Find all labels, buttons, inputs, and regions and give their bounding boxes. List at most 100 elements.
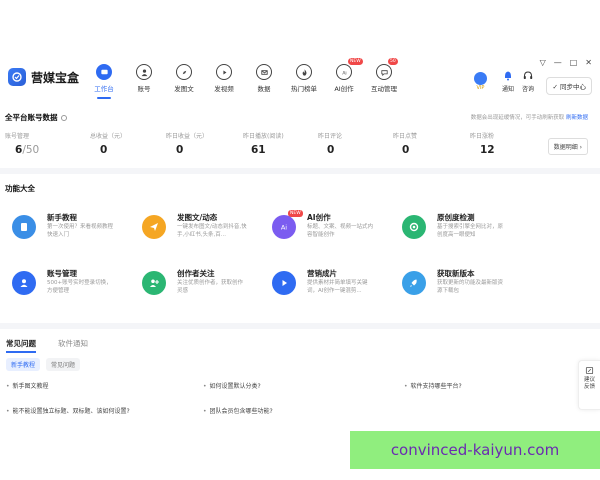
nav-item-workbench[interactable]: 工作台 (84, 64, 124, 99)
chip-beginner[interactable]: 新手教程 (6, 358, 41, 371)
faq-item[interactable]: 能不能设置独立标题、双标题、该如何设置? (6, 406, 130, 415)
stat-yesterday-comments: 昨日评论 0 (318, 131, 392, 156)
nav-item-hot-list[interactable]: 热门榜单 (284, 64, 324, 93)
nav-item-post-video[interactable]: 发视频 (204, 64, 244, 93)
play-icon (216, 64, 232, 80)
stat-label: 昨日点赞 (393, 133, 418, 140)
nav-label: 账号 (137, 85, 151, 93)
consult-button[interactable]: 咨询 (522, 70, 534, 93)
faq-item[interactable]: 团队会员包含哪些功能? (203, 406, 273, 415)
fire-icon (296, 64, 312, 80)
dropdown-icon[interactable]: ▽ (540, 58, 546, 67)
feature-desc: 一键发布图文/动态到抖音,快手,小红书,头条,百... (177, 224, 247, 238)
stat-yesterday-fans: 昨日涨粉 12 (470, 131, 544, 156)
feature-title: 账号管理 (47, 269, 77, 278)
feedback-button[interactable]: 建议反馈 (578, 360, 600, 410)
divider (0, 323, 600, 329)
feature-title: 发图文/动态 (177, 213, 218, 222)
avatar-icon (474, 72, 487, 85)
feature-marketing-video[interactable]: 营销成片 提供素材并简单填写关键词，AI创作一键混剪... (272, 268, 397, 304)
nav-item-account[interactable]: 账号 (124, 64, 164, 93)
faq-chips: 新手教程 常见问题 (6, 358, 81, 371)
vip-avatar[interactable]: VIP (474, 72, 487, 91)
nav-label: 发图文 (174, 85, 194, 93)
monitor-icon (96, 64, 112, 80)
sync-center-button[interactable]: ✓ 同步中心 (546, 77, 592, 95)
watermark-banner: convinced-kaiyun.com (350, 431, 600, 469)
chat-icon (376, 64, 392, 80)
feature-title: 原创度检测 (437, 213, 475, 222)
stats-note: 数据会出现延缓情况，可手动刷新获取 刷新数据 (471, 113, 588, 121)
refresh-data-link[interactable]: 刷新数据 (566, 115, 588, 121)
svg-text:Ai: Ai (342, 70, 346, 76)
follow-icon (142, 271, 166, 295)
faq-item[interactable]: 新手图文教程 (6, 381, 49, 390)
nav-label: 数据 (257, 85, 271, 93)
bell-icon (505, 71, 511, 81)
feature-beginner-tutorial[interactable]: 新手教程 第一次使用？来看视频教程快速入门 (12, 212, 137, 248)
send-icon (142, 215, 166, 239)
feature-get-new-version[interactable]: 获取新版本 获取更新的功能及最新版资源下载包 (402, 268, 527, 304)
play-icon (272, 271, 296, 295)
stat-label: 昨日涨粉 (470, 133, 495, 140)
feature-post-article[interactable]: 发图文/动态 一键发布图文/动态到抖音,快手,小红书,头条,百... (142, 212, 267, 248)
feature-ai-create[interactable]: NEW Ai AI创作 标题、文案、视频一站式内容智能创作 (272, 210, 397, 248)
minimize-icon[interactable]: — (554, 58, 562, 67)
maximize-icon[interactable]: □ (570, 58, 578, 67)
stat-value: 0 (327, 144, 335, 156)
stat-label: 昨日播放(阅读) (243, 133, 284, 140)
feature-title: 创作者关注 (177, 269, 215, 278)
stats-title-text: 全平台账号数据 (5, 113, 58, 122)
faq-item[interactable]: 软件支持哪些平台? (404, 381, 462, 390)
stat-label: 总收益（元） (90, 133, 127, 140)
stat-account[interactable]: 账号管理 6/50 (5, 131, 79, 156)
edit-icon (585, 366, 594, 375)
chip-common[interactable]: 常见问题 (46, 358, 81, 371)
stat-yesterday-likes: 昨日点赞 0 (393, 131, 467, 156)
app-logo-icon (8, 68, 26, 86)
stat-value: 0 (402, 144, 410, 156)
stat-label: 昨日收益（元） (166, 133, 209, 140)
nav-label: 热门榜单 (291, 85, 317, 93)
new-badge: NEW (348, 58, 363, 65)
notify-label: 通知 (502, 86, 515, 93)
feature-title: 获取新版本 (437, 269, 475, 278)
nav-item-data[interactable]: 数据 (244, 64, 284, 93)
feature-desc: 基于搜索引擎全网比对，原创度高一眼便知 (437, 224, 504, 238)
notify-button[interactable]: 通知 (502, 70, 514, 93)
data-detail-button[interactable]: 数据明细 › (547, 138, 588, 155)
ai-icon: Ai (336, 64, 352, 80)
nav-label: 互动管理 (371, 85, 397, 93)
faq-item[interactable]: 如何设置默认分类? (203, 381, 261, 390)
vip-label: VIP (476, 85, 485, 91)
user-icon (12, 271, 36, 295)
stat-yesterday-income: 昨日收益（元） 0 (166, 131, 240, 156)
close-icon[interactable]: ✕ (585, 58, 592, 67)
stat-yesterday-plays: 昨日播放(阅读) 61 (243, 131, 317, 156)
tab-faq[interactable]: 常见问题 (6, 338, 36, 353)
feature-desc: 提供素材并简单填写关键词，AI创作一键混剪... (307, 280, 368, 294)
book-icon (12, 215, 36, 239)
feature-creator-follow[interactable]: 创作者关注 关注优质创作者，获取创作灵感 (142, 268, 267, 304)
nav-item-post-article[interactable]: 发图文 (164, 64, 204, 93)
feature-originality-check[interactable]: 原创度检测 基于搜索引擎全网比对，原创度高一眼便知 (402, 212, 527, 248)
tab-notice[interactable]: 软件通知 (58, 338, 88, 349)
nav-item-ai-create[interactable]: NEW Ai AI创作 (324, 58, 364, 93)
count-badge: 50 (388, 58, 398, 65)
info-icon[interactable] (60, 115, 67, 121)
feature-desc: 第一次使用？来看视频教程快速入门 (47, 224, 114, 238)
feature-desc: 500+账号实时登录切换，方便管理 (47, 280, 112, 294)
stat-total-income: 总收益（元） 0 (90, 131, 164, 156)
stats-title: 全平台账号数据 (5, 112, 67, 123)
nav-item-interaction[interactable]: 50 互动管理 (364, 58, 404, 93)
ai-icon: Ai (272, 215, 296, 239)
svg-text:Ai: Ai (281, 224, 287, 232)
feature-desc: 标题、文案、视频一站式内容智能创作 (307, 224, 374, 238)
stat-value: 61 (251, 144, 266, 156)
feature-account-management[interactable]: 账号管理 500+账号实时登录切换，方便管理 (12, 268, 137, 304)
feedback-label: 建议反馈 (583, 377, 595, 390)
nav-label: 工作台 (94, 85, 114, 93)
app-name: 营媒宝盒 (31, 70, 80, 85)
stat-suffix: /50 (22, 144, 40, 156)
user-icon (136, 64, 152, 80)
